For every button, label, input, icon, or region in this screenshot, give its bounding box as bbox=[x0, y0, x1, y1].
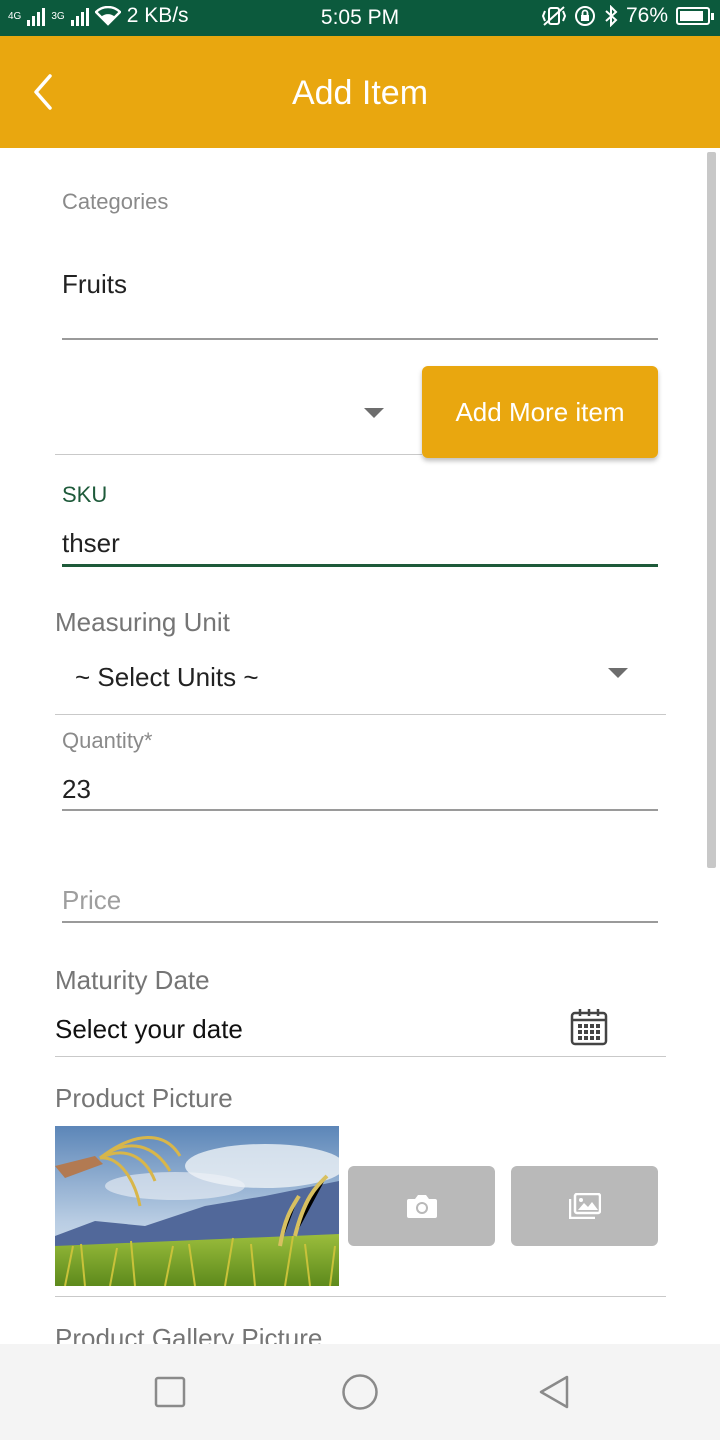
recents-icon[interactable] bbox=[154, 1376, 186, 1408]
categories-field[interactable]: Fruits bbox=[62, 269, 127, 300]
price-input[interactable]: Price bbox=[62, 885, 121, 916]
product-photo-image bbox=[55, 1126, 339, 1286]
camera-icon bbox=[406, 1195, 437, 1218]
measuring-unit-select[interactable]: ~ Select Units ~ bbox=[55, 648, 666, 714]
camera-button[interactable] bbox=[348, 1166, 495, 1246]
status-right: 76% bbox=[541, 4, 714, 28]
maturity-date-underline bbox=[55, 1056, 666, 1057]
measuring-unit-value: ~ Select Units ~ bbox=[75, 662, 259, 692]
scroll-indicator[interactable] bbox=[707, 152, 716, 868]
price-underline bbox=[62, 921, 658, 923]
app-bar: Add Item bbox=[0, 36, 720, 148]
categories-underline bbox=[62, 338, 658, 340]
gallery-icon bbox=[568, 1193, 601, 1219]
item-dropdown-underline bbox=[55, 454, 422, 455]
sku-input[interactable]: thser bbox=[62, 528, 120, 559]
measuring-unit-caret-icon bbox=[608, 668, 628, 678]
measuring-unit-label: Measuring Unit bbox=[55, 607, 230, 637]
quantity-input[interactable]: 23 bbox=[62, 774, 91, 805]
battery-fill bbox=[680, 11, 703, 21]
calendar-icon[interactable] bbox=[570, 1008, 608, 1046]
dropdown-caret-icon bbox=[364, 408, 384, 418]
battery-icon bbox=[676, 7, 714, 25]
quantity-label: Quantity* bbox=[62, 728, 153, 753]
product-picture-label: Product Picture bbox=[55, 1083, 233, 1113]
sku-label: SKU bbox=[62, 482, 108, 507]
bluetooth-icon bbox=[605, 5, 618, 27]
home-icon[interactable] bbox=[341, 1373, 379, 1411]
add-more-item-button[interactable]: Add More item bbox=[422, 366, 658, 458]
product-photo bbox=[55, 1126, 339, 1286]
page-title: Add Item bbox=[291, 74, 429, 112]
maturity-date-field[interactable]: Select your date bbox=[55, 1014, 243, 1045]
vibrate-icon bbox=[541, 6, 566, 26]
maturity-date-label: Maturity Date bbox=[55, 965, 210, 995]
rotation-lock-icon bbox=[574, 6, 595, 26]
sku-underline bbox=[62, 564, 658, 567]
product-picture-divider bbox=[55, 1296, 666, 1297]
gallery-button[interactable] bbox=[511, 1166, 658, 1246]
categories-label: Categories bbox=[62, 189, 169, 214]
navigation-bar bbox=[0, 1344, 720, 1440]
quantity-underline bbox=[62, 809, 658, 811]
measuring-unit-underline bbox=[55, 714, 666, 715]
back-nav-icon[interactable] bbox=[536, 1374, 572, 1410]
status-bar: 4G 3G 2 KB/s 5:05 PM 76% bbox=[0, 0, 720, 36]
battery-percent: 76% bbox=[625, 4, 668, 27]
item-dropdown[interactable] bbox=[55, 372, 420, 454]
